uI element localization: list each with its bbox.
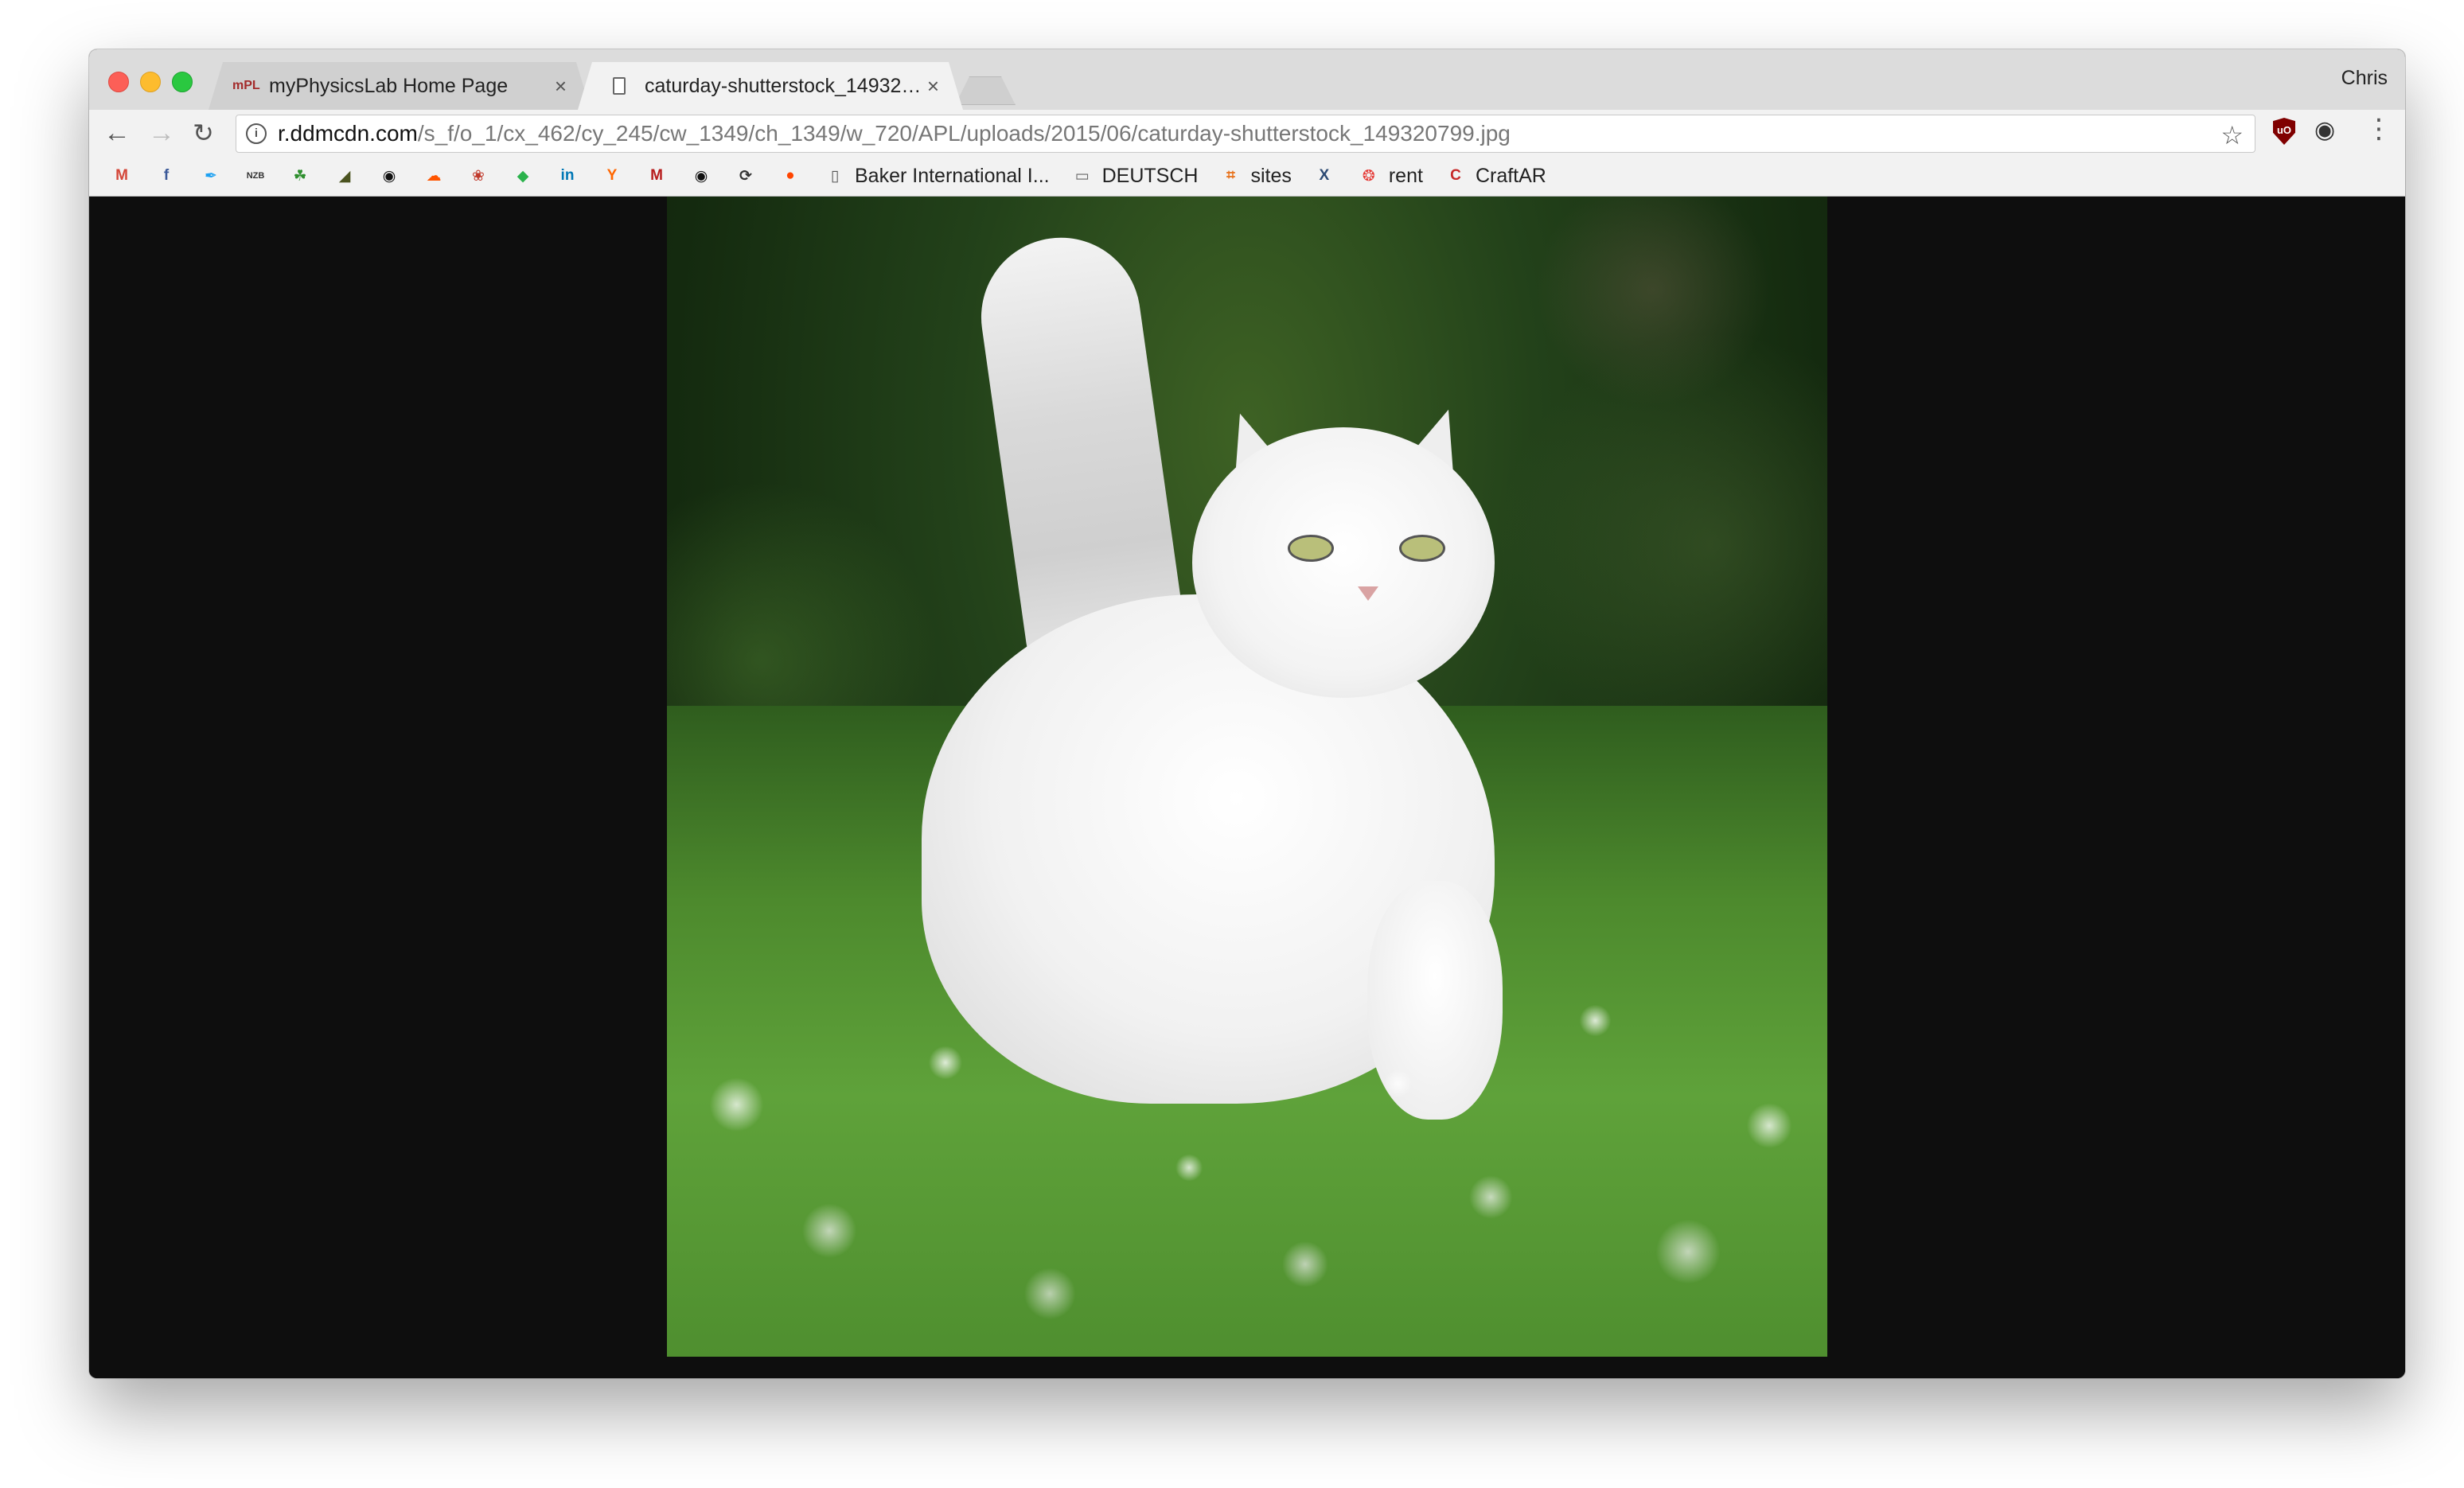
twitter-icon: ✒ xyxy=(205,167,217,185)
brain-icon: ❀ xyxy=(472,167,485,185)
bookmark-item[interactable]: ❀ xyxy=(466,164,490,188)
bookmark-item[interactable]: ☁ xyxy=(422,164,446,188)
sketch-icon: ◢ xyxy=(338,167,351,185)
cat-head xyxy=(1192,427,1495,698)
bookmark-item[interactable]: ▭ DEUTSCH xyxy=(1070,164,1199,188)
cat-eye-left xyxy=(1288,535,1334,562)
soundcloud-icon: ☁ xyxy=(426,167,442,185)
bookmark-label: rent xyxy=(1388,164,1423,187)
image-viewer xyxy=(89,197,2405,1378)
hackernews-icon: Y xyxy=(606,167,618,184)
facebook-icon: f xyxy=(163,167,170,184)
close-tab-icon[interactable]: × xyxy=(927,74,939,99)
minimize-window-button[interactable] xyxy=(140,72,161,92)
craftar-icon: C xyxy=(1450,167,1461,184)
eye-extension-icon[interactable]: ◉ xyxy=(2314,116,2335,144)
bookmark-item[interactable]: C CraftAR xyxy=(1444,164,1546,188)
bookmark-item[interactable]: f xyxy=(154,164,178,188)
close-tab-icon[interactable]: × xyxy=(555,74,567,99)
bookmark-item[interactable]: ◢ xyxy=(333,164,357,188)
tab-myphysicslab[interactable]: mPL myPhysicsLab Home Page × xyxy=(209,62,591,110)
tab-caturday-image[interactable]: caturday-shutterstock_14932… × xyxy=(578,62,963,110)
cat-photo[interactable] xyxy=(667,197,1827,1357)
bookmark-star-icon[interactable]: ☆ xyxy=(2220,120,2244,150)
document-icon: ▯ xyxy=(830,167,840,185)
linkedin-icon: in xyxy=(560,167,575,184)
back-icon[interactable]: ← xyxy=(103,115,131,151)
bookmark-item[interactable]: M xyxy=(645,164,669,188)
reload-icon[interactable]: ↻ xyxy=(193,115,214,151)
new-tab-button[interactable] xyxy=(955,76,1016,105)
tab-title: myPhysicsLab Home Page xyxy=(269,74,509,97)
clover-flowers xyxy=(667,937,1827,1357)
ublock-icon[interactable]: uO xyxy=(2273,118,2295,145)
forward-icon[interactable]: → xyxy=(148,115,175,151)
github-icon: ◉ xyxy=(694,167,708,185)
x-icon: X xyxy=(1319,167,1330,184)
imdb-icon: M xyxy=(650,167,663,184)
bookmark-item[interactable]: ◉ xyxy=(689,164,713,188)
toolbar: ← → ↻ i r.ddmcdn.com /s_f/o_1/cx_462/cy_… xyxy=(89,110,2405,156)
turtle-icon: ☘ xyxy=(293,167,307,185)
sites-icon: ⌗ xyxy=(1226,167,1235,184)
bookmark-item[interactable]: ✒ xyxy=(199,164,223,188)
menu-icon[interactable]: ⋮ xyxy=(2365,113,2392,145)
bookmark-item[interactable]: ● xyxy=(778,164,802,188)
zoom-window-button[interactable] xyxy=(172,72,193,92)
nzbget-icon: NZB xyxy=(246,171,265,181)
info-icon[interactable]: i xyxy=(246,123,267,144)
bookmark-item[interactable]: ⟳ xyxy=(734,164,758,188)
bookmark-label: Baker International I... xyxy=(855,164,1050,187)
address-bar[interactable]: i r.ddmcdn.com /s_f/o_1/cx_462/cy_245/cw… xyxy=(236,115,2255,153)
bookmarks-bar: Mf ✒ NZB ☘ ◢ ◉ ☁ ❀ ◆ in Y M ◉ ⟳ ● ▯ Baker International … xyxy=(89,156,2405,197)
gmail-icon: M xyxy=(115,167,128,184)
bookmark-item[interactable]: ◆ xyxy=(511,164,535,188)
cat-eye-right xyxy=(1399,535,1445,562)
title-bar: mPL myPhysicsLab Home Page × caturday-sh… xyxy=(89,49,2405,110)
folder-icon: ▭ xyxy=(1074,167,1090,185)
tab-title: caturday-shutterstock_14932… xyxy=(645,74,919,97)
reddit-icon: ● xyxy=(786,167,795,184)
bookmark-label: CraftAR xyxy=(1475,164,1546,187)
refresh-icon: ⟳ xyxy=(739,167,752,185)
bookmark-item[interactable]: M xyxy=(110,164,134,188)
url-path[interactable]: /s_f/o_1/cx_462/cy_245/cw_1349/ch_1349/w… xyxy=(418,121,1511,146)
bookmark-label: sites xyxy=(1250,164,1292,187)
bookmark-item[interactable]: ◉ xyxy=(377,164,401,188)
rent-icon: ❂ xyxy=(1362,167,1375,185)
browser-window: mPL myPhysicsLab Home Page × caturday-sh… xyxy=(89,49,2405,1378)
bookmark-item[interactable]: ▯ Baker International I... xyxy=(823,164,1050,188)
document-icon xyxy=(613,77,626,95)
bookmark-item[interactable]: ⌗ sites xyxy=(1218,164,1292,188)
close-window-button[interactable] xyxy=(108,72,129,92)
bookmark-label: DEUTSCH xyxy=(1101,164,1199,187)
myphysicslab-icon: mPL xyxy=(232,79,260,92)
url-host[interactable]: r.ddmcdn.com xyxy=(278,121,418,146)
bookmark-item[interactable]: ☘ xyxy=(288,164,312,188)
bookmark-item[interactable]: in xyxy=(556,164,579,188)
profile-name[interactable]: Chris xyxy=(2341,67,2388,90)
bookmark-item[interactable]: ❂ rent xyxy=(1357,164,1423,188)
feedly-icon: ◆ xyxy=(517,167,529,185)
bookmark-item[interactable]: X xyxy=(1312,164,1336,188)
bookmark-item[interactable]: NZB xyxy=(244,164,267,188)
github-icon: ◉ xyxy=(382,167,396,185)
bookmark-item[interactable]: Y xyxy=(600,164,624,188)
